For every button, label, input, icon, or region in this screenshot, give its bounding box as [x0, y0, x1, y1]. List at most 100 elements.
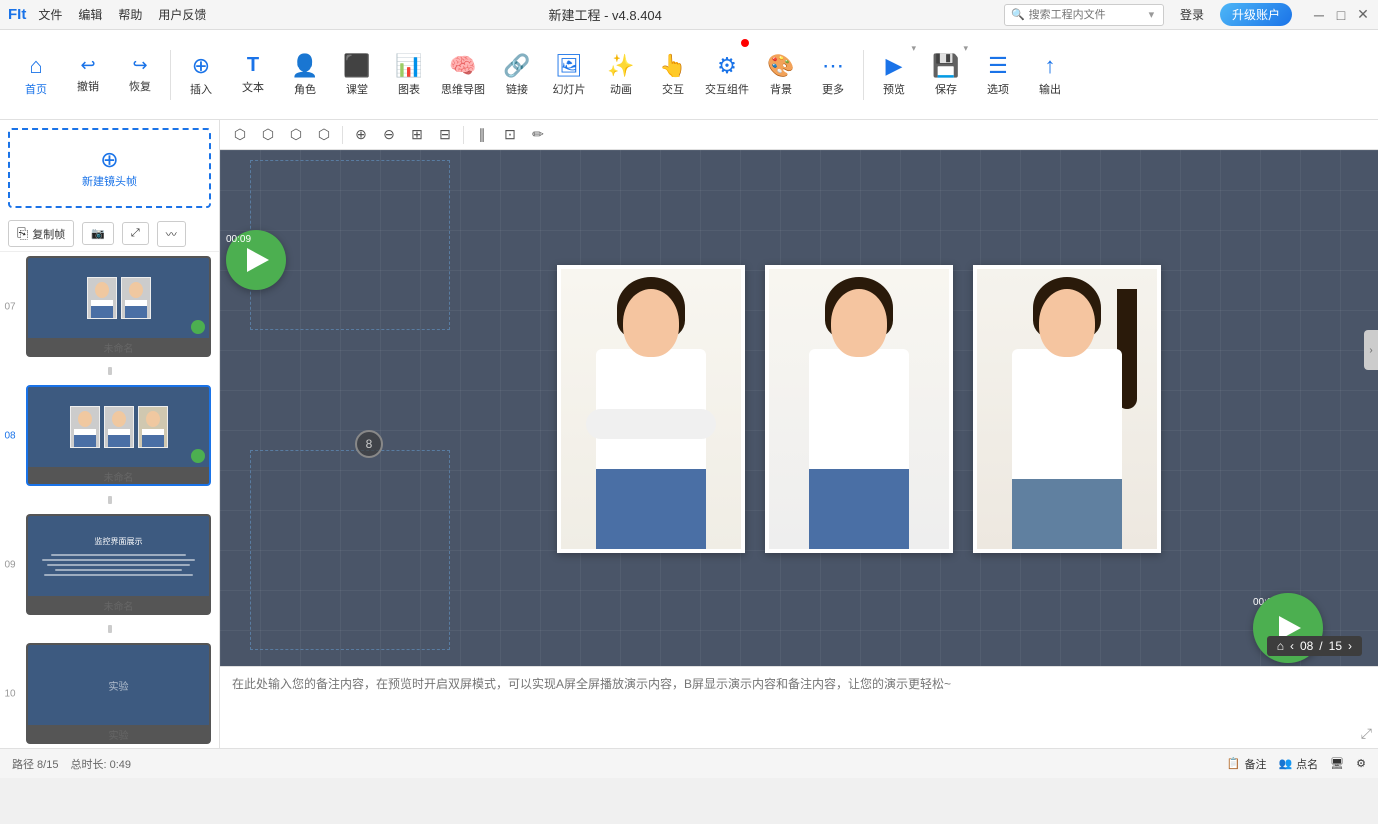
- photo-card-3: [973, 265, 1161, 553]
- wave-button[interactable]: 〰: [157, 221, 186, 247]
- play-button-top[interactable]: 00:09: [226, 230, 251, 245]
- window-controls: ─ □ ✕: [1312, 8, 1370, 22]
- zoom-in-tool[interactable]: ⊕: [349, 123, 373, 147]
- nav-home-icon[interactable]: ⌂: [1277, 639, 1284, 653]
- export-icon: ↑: [1045, 53, 1056, 79]
- shape-tool-2[interactable]: ⬡: [256, 123, 280, 147]
- slide-item-10[interactable]: 实验 实验: [26, 643, 211, 744]
- nav-prev-arrow[interactable]: ‹: [1290, 639, 1294, 653]
- preview-dropdown[interactable]: ▾: [911, 43, 916, 54]
- menu-file[interactable]: 文件: [38, 6, 62, 23]
- zoom-out-tool[interactable]: ⊖: [377, 123, 401, 147]
- roll-call-button[interactable]: 👥 点名: [1278, 756, 1318, 772]
- toolbar-chart[interactable]: 📊 图表: [383, 35, 435, 115]
- dropdown-icon[interactable]: ▾: [1149, 8, 1155, 21]
- notes-expand-button[interactable]: ⤢: [1361, 725, 1372, 742]
- canvas-toolbar: ⬡ ⬡ ⬡ ⬡ ⊕ ⊖ ⊞ ⊟ ∥ ⊡ ✏: [220, 120, 1378, 150]
- canvas-main[interactable]: 00:09 8: [220, 150, 1378, 748]
- notes-textarea[interactable]: [232, 675, 1366, 740]
- toolbar-preview[interactable]: ▶ 预览 ▾: [868, 35, 920, 115]
- slide09-line-4: [55, 569, 182, 571]
- toolbar-save[interactable]: 💾 保存 ▾: [920, 35, 972, 115]
- canvas-tool-divider-2: [463, 126, 464, 144]
- screen-button[interactable]: 🖥: [1330, 757, 1344, 770]
- slide-number-08: 08: [0, 430, 20, 441]
- notification-dot: [741, 39, 749, 47]
- upgrade-button[interactable]: 升级账户: [1220, 3, 1292, 26]
- grid-tool[interactable]: ⊞: [405, 123, 429, 147]
- toolbar-home[interactable]: ⌂ 首页: [10, 35, 62, 115]
- photo-card-2: [765, 265, 953, 553]
- toolbar-role[interactable]: 👤 角色: [279, 35, 331, 115]
- toolbar-mindmap[interactable]: 🧠 思维导图: [435, 35, 491, 115]
- toolbar-text[interactable]: T 文本: [227, 35, 279, 115]
- toolbar-more[interactable]: ⋯ 更多: [807, 35, 859, 115]
- align-tool[interactable]: ∥: [470, 123, 494, 147]
- settings-bottom-button[interactable]: ⚙: [1356, 757, 1366, 770]
- toolbar-export[interactable]: ↑ 输出: [1024, 35, 1076, 115]
- slide-item-07[interactable]: 未命名: [26, 256, 211, 357]
- slide-thumb-content-07: [28, 258, 209, 338]
- nav-next-arrow[interactable]: ›: [1348, 639, 1352, 653]
- toolbar-component[interactable]: ⚙ 交互组件: [699, 35, 755, 115]
- slide-badge: 8: [355, 430, 383, 458]
- maximize-button[interactable]: □: [1334, 8, 1348, 22]
- slide-item-08[interactable]: 未命名: [26, 385, 211, 486]
- toolbar-options[interactable]: ☰ 选项: [972, 35, 1024, 115]
- menu-help[interactable]: 帮助: [118, 6, 142, 23]
- notes-action-button[interactable]: 📋 备注: [1227, 756, 1267, 772]
- thumb-jeans-08-3: [142, 435, 164, 447]
- class-icon: ⬛: [343, 53, 370, 79]
- minimize-button[interactable]: ─: [1312, 8, 1326, 22]
- copy-frame-button[interactable]: ⎘ 复制帧: [8, 220, 74, 247]
- fit-tool[interactable]: ⊟: [433, 123, 457, 147]
- thumb-jeans: [91, 306, 113, 318]
- save-icon: 💾: [932, 53, 959, 79]
- login-button[interactable]: 登录: [1172, 4, 1212, 25]
- toolbar-redo[interactable]: ↪ 恢复: [114, 35, 166, 115]
- shape-tool-3[interactable]: ⬡: [284, 123, 308, 147]
- toolbar-link[interactable]: 🔗 链接: [491, 35, 543, 115]
- role-icon: 👤: [291, 53, 318, 79]
- slide-badge-number: 8: [366, 437, 373, 451]
- options-label: 选项: [987, 81, 1009, 97]
- active-dot-08: [191, 449, 205, 463]
- toolbar-undo[interactable]: ↩ 撤销: [62, 35, 114, 115]
- slide-name-08: 未命名: [28, 469, 209, 484]
- settings-bottom-icon: ⚙: [1356, 757, 1366, 770]
- new-frame-button[interactable]: ⊕ 新建镜头帧: [8, 128, 211, 208]
- photo-card-1: [557, 265, 745, 553]
- toolbar-bg[interactable]: 🎨 背景: [755, 35, 807, 115]
- toolbar-animate[interactable]: ✨ 动画: [595, 35, 647, 115]
- right-panel-collapse-button[interactable]: ›: [1364, 330, 1378, 370]
- menu-feedback[interactable]: 用户反馈: [158, 6, 206, 23]
- fit-button[interactable]: ⤢: [122, 222, 149, 245]
- animate-label: 动画: [610, 81, 632, 97]
- frame-tool[interactable]: ⊡: [498, 123, 522, 147]
- text-icon: T: [247, 54, 259, 77]
- toolbar-slide[interactable]: 🖼 幻灯片: [543, 35, 595, 115]
- separator-icon: [102, 363, 118, 379]
- toolbar-class[interactable]: ⬛ 课堂: [331, 35, 383, 115]
- component-label: 交互组件: [705, 81, 749, 97]
- toolbar-insert[interactable]: ⊕ 插入: [175, 35, 227, 115]
- insert-label: 插入: [190, 81, 212, 97]
- toolbar-interact[interactable]: 👆 交互: [647, 35, 699, 115]
- canvas-wrapper: ⬡ ⬡ ⬡ ⬡ ⊕ ⊖ ⊞ ⊟ ∥ ⊡ ✏: [220, 120, 1378, 748]
- shape-tool-4[interactable]: ⬡: [312, 123, 336, 147]
- draw-tool[interactable]: ✏: [526, 123, 550, 147]
- search-box[interactable]: 🔍 ▾: [1004, 4, 1164, 26]
- close-button[interactable]: ✕: [1356, 8, 1370, 22]
- play-button-bottom[interactable]: 00:28: [1253, 593, 1278, 608]
- save-dropdown[interactable]: ▾: [963, 43, 968, 54]
- menu-edit[interactable]: 编辑: [78, 6, 102, 23]
- slide-tools: ⎘ 复制帧 📷 ⤢ 〰: [0, 216, 219, 252]
- search-input[interactable]: [1029, 9, 1149, 21]
- page-nav-container: ⌂ ‹ 08 / 15 ›: [1267, 636, 1362, 656]
- home-label: 首页: [25, 81, 47, 97]
- slide-item-09[interactable]: 监控界面展示 未命名: [26, 514, 211, 615]
- shape-tool-1[interactable]: ⬡: [228, 123, 252, 147]
- thumb-jeans-08-2: [108, 435, 130, 447]
- camera-button[interactable]: 📷: [82, 222, 114, 245]
- photo-inner-3: [977, 269, 1157, 549]
